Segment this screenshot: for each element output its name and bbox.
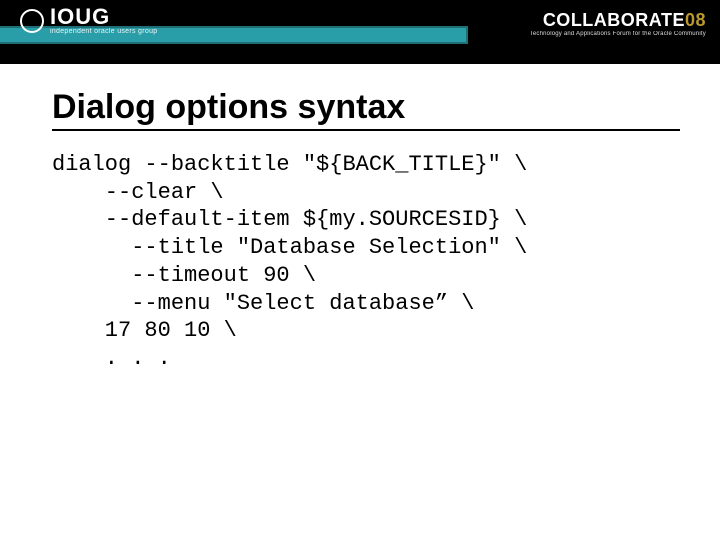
collaborate-logo-sub: Technology and Applications Forum for th…: [530, 31, 706, 37]
code-block: dialog --backtitle "${BACK_TITLE}" \ --c…: [52, 151, 680, 373]
slide: IOUG independent oracle users group COLL…: [0, 0, 720, 540]
collaborate-logo-prefix: COLLABORATE: [543, 10, 685, 30]
collaborate-logo-year: 08: [685, 10, 706, 30]
collaborate-logo-main: COLLABORATE08: [530, 10, 706, 31]
ioug-logo-icon: [20, 9, 44, 33]
collaborate-logo: COLLABORATE08 Technology and Application…: [530, 10, 706, 37]
ioug-logo-sub: independent oracle users group: [50, 28, 157, 35]
header-bar: IOUG independent oracle users group COLL…: [0, 0, 720, 64]
slide-title: Dialog options syntax: [52, 88, 680, 131]
ioug-logo: IOUG independent oracle users group: [20, 6, 157, 35]
slide-content: Dialog options syntax dialog --backtitle…: [0, 64, 720, 373]
ioug-logo-text: IOUG independent oracle users group: [50, 6, 157, 35]
ioug-logo-main: IOUG: [50, 6, 157, 28]
